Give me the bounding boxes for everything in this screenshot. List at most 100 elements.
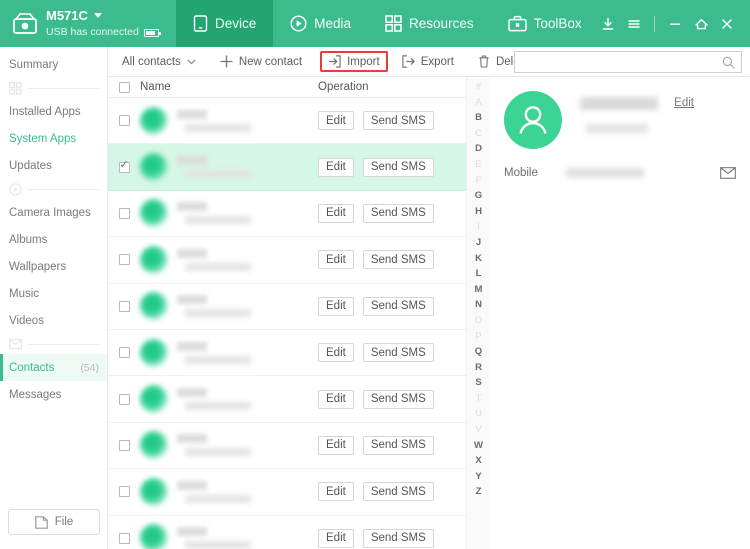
- row-send-sms-button[interactable]: Send SMS: [362, 435, 434, 455]
- alpha-index-i[interactable]: I: [477, 219, 480, 235]
- table-row[interactable]: Edit Send SMS: [108, 516, 466, 549]
- detail-edit-link[interactable]: Edit: [674, 97, 694, 109]
- alpha-index-l[interactable]: L: [476, 266, 482, 282]
- row-edit-button[interactable]: Edit: [318, 111, 354, 131]
- row-checkbox[interactable]: [118, 207, 130, 219]
- sidebar-item-albums[interactable]: Albums: [0, 226, 107, 253]
- alpha-index-a[interactable]: A: [475, 95, 481, 111]
- alpha-index-p[interactable]: P: [475, 329, 481, 345]
- table-row[interactable]: Edit Send SMS: [108, 237, 466, 284]
- table-row[interactable]: Edit Send SMS: [108, 144, 466, 191]
- download-icon[interactable]: [595, 9, 621, 39]
- alpha-index-r[interactable]: R: [475, 360, 482, 376]
- minimize-button[interactable]: [662, 9, 688, 39]
- row-edit-button[interactable]: Edit: [318, 157, 354, 177]
- alpha-index-y[interactable]: Y: [475, 469, 481, 485]
- new-contact-button[interactable]: New contact: [210, 51, 312, 73]
- search-input[interactable]: [515, 52, 720, 72]
- alpha-index-b[interactable]: B: [475, 110, 482, 126]
- row-edit-button[interactable]: Edit: [318, 296, 354, 316]
- row-checkbox[interactable]: [118, 254, 130, 266]
- sidebar-item-summary[interactable]: Summary: [0, 51, 107, 78]
- row-checkbox[interactable]: [118, 439, 130, 451]
- row-select-cell[interactable]: [108, 207, 140, 219]
- sidebar-item-wallpapers[interactable]: Wallpapers: [0, 253, 107, 280]
- row-send-sms-button[interactable]: Send SMS: [362, 157, 434, 177]
- table-row[interactable]: Edit Send SMS: [108, 376, 466, 423]
- row-checkbox[interactable]: [118, 486, 130, 498]
- send-sms-icon[interactable]: [720, 167, 736, 179]
- row-checkbox[interactable]: [118, 300, 130, 312]
- row-send-sms-button[interactable]: Send SMS: [362, 343, 434, 363]
- row-send-sms-button[interactable]: Send SMS: [362, 528, 434, 548]
- row-select-cell[interactable]: [108, 439, 140, 451]
- alpha-index-e[interactable]: E: [475, 157, 481, 173]
- row-select-cell[interactable]: [108, 393, 140, 405]
- sidebar-item-camera-images[interactable]: Camera Images: [0, 199, 107, 226]
- row-edit-button[interactable]: Edit: [318, 482, 354, 502]
- alpha-index-k[interactable]: K: [475, 251, 482, 267]
- row-checkbox[interactable]: [118, 532, 130, 544]
- row-send-sms-button[interactable]: Send SMS: [362, 389, 434, 409]
- tab-device[interactable]: Device: [176, 0, 274, 47]
- sidebar-item-contacts[interactable]: Contacts (54): [0, 354, 107, 381]
- row-select-cell[interactable]: [108, 254, 140, 266]
- row-edit-button[interactable]: Edit: [318, 389, 354, 409]
- menu-icon[interactable]: [621, 9, 647, 39]
- sidebar-item-videos[interactable]: Videos: [0, 307, 107, 334]
- alpha-index-u[interactable]: U: [475, 406, 482, 422]
- alpha-index-c[interactable]: C: [475, 126, 482, 142]
- sidebar-item-installed-apps[interactable]: Installed Apps: [0, 98, 107, 125]
- row-send-sms-button[interactable]: Send SMS: [362, 296, 434, 316]
- alpha-index-d[interactable]: D: [475, 141, 482, 157]
- search-box[interactable]: [514, 51, 742, 73]
- alpha-index-s[interactable]: S: [475, 375, 481, 391]
- alpha-index-t[interactable]: T: [476, 391, 482, 407]
- select-all-checkbox[interactable]: [118, 81, 130, 93]
- row-send-sms-button[interactable]: Send SMS: [362, 111, 434, 131]
- alpha-index-w[interactable]: W: [474, 438, 483, 454]
- row-send-sms-button[interactable]: Send SMS: [362, 250, 434, 270]
- home-icon[interactable]: [688, 9, 714, 39]
- alpha-index-h[interactable]: H: [475, 204, 482, 220]
- alpha-index-q[interactable]: Q: [475, 344, 482, 360]
- alpha-index-m[interactable]: M: [475, 282, 483, 298]
- row-edit-button[interactable]: Edit: [318, 343, 354, 363]
- alpha-index-f[interactable]: F: [476, 173, 482, 189]
- sidebar-item-music[interactable]: Music: [0, 280, 107, 307]
- alpha-index-j[interactable]: J: [476, 235, 481, 251]
- sidebar-item-updates[interactable]: Updates: [0, 152, 107, 179]
- sidebar-item-messages[interactable]: Messages: [0, 381, 107, 408]
- sidebar-item-system-apps[interactable]: System Apps: [0, 125, 107, 152]
- row-checkbox[interactable]: [118, 115, 130, 127]
- all-contacts-filter[interactable]: All contacts: [112, 51, 206, 73]
- alpha-index-hash[interactable]: #: [476, 79, 481, 95]
- alpha-index-x[interactable]: X: [475, 453, 481, 469]
- tab-resources[interactable]: Resources: [368, 0, 491, 47]
- chevron-down-icon[interactable]: [93, 13, 102, 19]
- file-button[interactable]: File: [8, 509, 100, 535]
- row-select-cell[interactable]: [108, 300, 140, 312]
- alpha-index-g[interactable]: G: [475, 188, 482, 204]
- row-send-sms-button[interactable]: Send SMS: [362, 203, 434, 223]
- export-button[interactable]: Export: [392, 51, 464, 73]
- table-row[interactable]: Edit Send SMS: [108, 191, 466, 238]
- row-select-cell[interactable]: [108, 159, 140, 173]
- row-edit-button[interactable]: Edit: [318, 250, 354, 270]
- table-row[interactable]: Edit Send SMS: [108, 284, 466, 330]
- alpha-index-z[interactable]: Z: [476, 484, 482, 500]
- row-select-cell[interactable]: [108, 486, 140, 498]
- row-select-cell[interactable]: [108, 347, 140, 359]
- row-select-cell[interactable]: [108, 532, 140, 544]
- search-icon[interactable]: [720, 56, 741, 69]
- row-select-cell[interactable]: [108, 115, 140, 127]
- tab-media[interactable]: Media: [273, 0, 368, 47]
- close-button[interactable]: [714, 9, 740, 39]
- row-checkbox[interactable]: [118, 159, 130, 173]
- alphabet-index[interactable]: # A B C D E F G H I J K L M N O P Q R S T U V W X Y Z: [466, 77, 490, 549]
- select-all-cell[interactable]: [108, 81, 140, 93]
- alpha-index-n[interactable]: N: [475, 297, 482, 313]
- row-checkbox[interactable]: [118, 393, 130, 405]
- row-edit-button[interactable]: Edit: [318, 528, 354, 548]
- import-button[interactable]: Import: [320, 51, 388, 72]
